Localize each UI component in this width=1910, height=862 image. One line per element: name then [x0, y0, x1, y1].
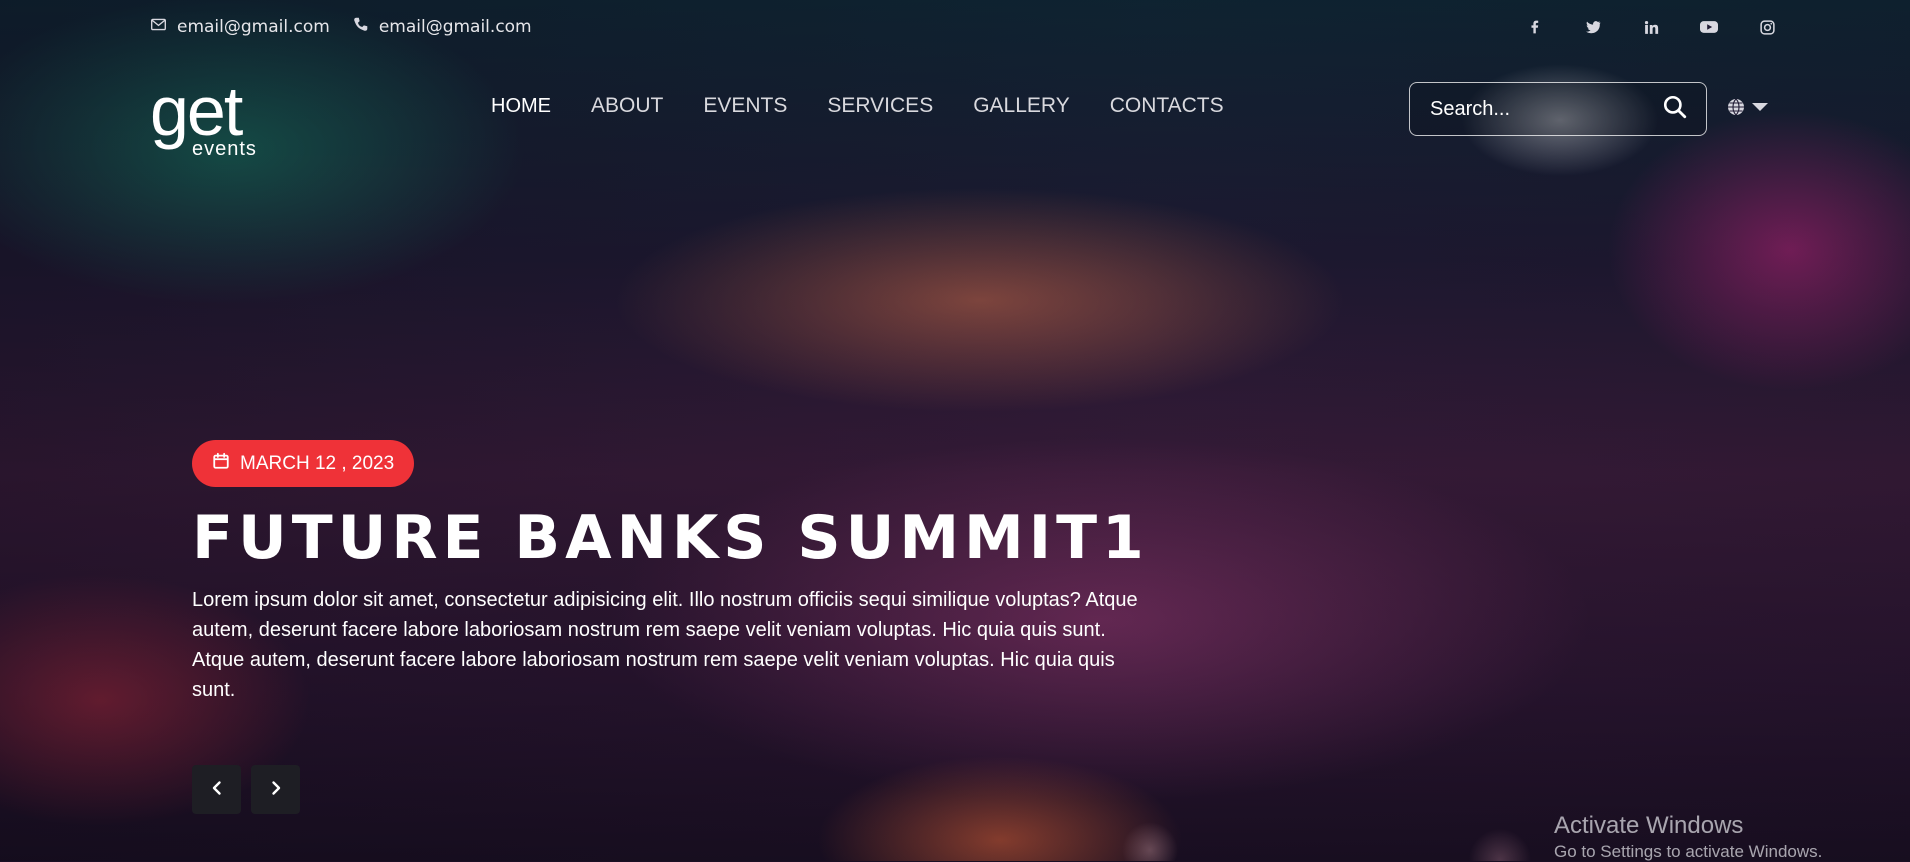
logo-main-text: get	[150, 72, 243, 150]
watermark-line-2: Go to Settings to activate Windows.	[1554, 842, 1823, 861]
search-input[interactable]: Search...	[1409, 82, 1707, 136]
twitter-icon[interactable]	[1582, 16, 1604, 38]
nav-item-gallery[interactable]: GALLERY	[973, 94, 1070, 118]
watermark-line-1: Activate Windows	[1554, 812, 1744, 839]
nav-item-services[interactable]: SERVICES	[827, 94, 933, 118]
chevron-down-icon	[1750, 97, 1770, 121]
windows-activation-watermark: Activate Windows Go to Settings to activ…	[1554, 812, 1822, 862]
contact-bar: email@gmail.com email@gmail.com	[150, 16, 532, 38]
globe-icon	[1726, 97, 1746, 121]
slider-controls	[192, 765, 300, 814]
social-links	[1524, 16, 1778, 38]
calendar-icon	[212, 452, 230, 476]
event-date-badge: MARCH 12 , 2023	[192, 440, 415, 487]
contact-email-2-text: email@gmail.com	[378, 17, 532, 37]
contact-email-1-text: email@gmail.com	[177, 17, 330, 37]
contact-email-2[interactable]: email@gmail.com	[352, 16, 532, 38]
nav-item-events[interactable]: EVENTS	[703, 94, 787, 118]
chevron-right-icon	[268, 780, 284, 799]
slider-next-button[interactable]	[251, 765, 300, 814]
search-placeholder: Search...	[1430, 97, 1511, 120]
event-date-text: MARCH 12 , 2023	[240, 452, 395, 474]
contact-email-1[interactable]: email@gmail.com	[150, 16, 330, 38]
envelope-icon	[150, 16, 167, 38]
youtube-icon[interactable]	[1698, 16, 1720, 38]
linkedin-icon[interactable]	[1640, 16, 1662, 38]
logo[interactable]: get events	[150, 58, 260, 163]
main-nav: HOME ABOUT EVENTS SERVICES GALLERY CONTA…	[491, 94, 1264, 118]
chevron-left-icon	[209, 780, 225, 799]
instagram-icon[interactable]	[1756, 16, 1778, 38]
slider-prev-button[interactable]	[192, 765, 241, 814]
phone-icon	[352, 16, 369, 38]
logo-sub-text: events	[192, 138, 257, 160]
hero-description: Lorem ipsum dolor sit amet, consectetur …	[192, 589, 1138, 701]
nav-item-contacts[interactable]: CONTACTS	[1110, 94, 1224, 118]
search-icon[interactable]	[1662, 94, 1688, 124]
nav-item-about[interactable]: ABOUT	[591, 94, 663, 118]
hero-title: FUTURE BANKS SUMMIT1	[192, 503, 1149, 573]
nav-item-home[interactable]: HOME	[491, 95, 551, 118]
language-selector[interactable]	[1726, 97, 1770, 121]
facebook-icon[interactable]	[1524, 16, 1546, 38]
